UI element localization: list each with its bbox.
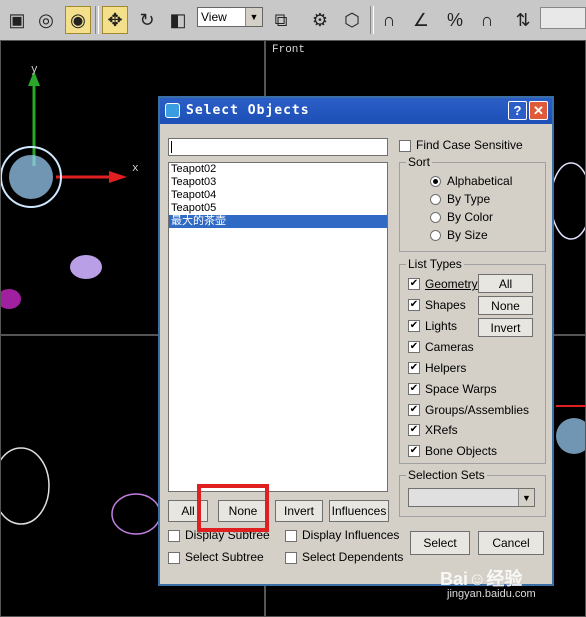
geometry-checkbox[interactable]: ✔ (408, 278, 420, 290)
named-selection-field[interactable] (540, 7, 586, 29)
find-case-sensitive-label: Find Case Sensitive (416, 138, 523, 152)
list-types-invert-button[interactable]: Invert (478, 318, 533, 337)
select-dependents-checkbox[interactable] (285, 552, 297, 564)
list-item[interactable]: Teapot05 (169, 202, 387, 215)
sort-by-color-label: By Color (447, 210, 494, 224)
space-warps-checkbox[interactable]: ✔ (408, 383, 420, 395)
watermark-url: jingyan.baidu.com (447, 588, 536, 600)
xrefs-checkbox[interactable]: ✔ (408, 424, 420, 436)
list-types-all-button[interactable]: All (478, 274, 533, 293)
display-subtree-checkbox[interactable] (168, 530, 180, 542)
lights-label: Lights (425, 319, 458, 333)
sort-group-title: Sort (406, 155, 433, 169)
view-select-value: View (201, 10, 227, 24)
select-dependents-label: Select Dependents (302, 550, 404, 564)
space-warps-label: Space Warps (425, 382, 497, 396)
spinner-snap-icon[interactable]: ∩ (474, 6, 500, 34)
reference-coordinate-select[interactable]: View ▼ (197, 7, 263, 27)
sort-alphabetical-radio[interactable] (430, 176, 441, 187)
shapes-checkbox[interactable]: ✔ (408, 299, 420, 311)
snap-icon[interactable]: ∩ (376, 6, 402, 34)
helpers-label: Helpers (425, 361, 467, 375)
text-cursor (171, 141, 172, 153)
abc-icon[interactable]: ⇅ (510, 6, 536, 34)
dialog-title-bar[interactable]: Select Objects ? ✕ (160, 98, 552, 124)
close-button[interactable]: ✕ (529, 101, 548, 120)
list-item-selected[interactable]: 最大的茶壶 (169, 215, 387, 228)
select-influences-button[interactable]: Influences (329, 500, 389, 522)
groups-assemblies-checkbox[interactable]: ✔ (408, 404, 420, 416)
sort-by-color-radio[interactable] (430, 212, 441, 223)
lights-checkbox[interactable]: ✔ (408, 320, 420, 332)
sort-by-size-radio[interactable] (430, 230, 441, 241)
viewport-front-label: Front (272, 44, 306, 56)
helpers-checkbox[interactable]: ✔ (408, 362, 420, 374)
axis-y-label: y (31, 64, 38, 76)
move-icon[interactable]: ✥ (102, 6, 128, 34)
chevron-down-icon[interactable]: ▼ (245, 8, 262, 26)
mirror-icon[interactable]: ⧉ (268, 6, 294, 34)
angle-snap-icon[interactable]: ∠ (408, 6, 434, 34)
list-types-none-button[interactable]: None (478, 296, 533, 315)
bone-objects-label: Bone Objects (425, 444, 498, 458)
search-input[interactable] (168, 138, 388, 156)
shapes-label: Shapes (425, 298, 466, 312)
annotation-highlight-box (197, 484, 269, 532)
rotate-icon[interactable]: ↻ (134, 6, 160, 34)
object-list[interactable]: Teapot02 Teapot03 Teapot04 Teapot05 最大的茶… (168, 162, 388, 492)
select-invert-button[interactable]: Invert (275, 500, 323, 522)
list-item[interactable]: Teapot02 (169, 163, 387, 176)
percent-snap-icon[interactable]: % (442, 6, 468, 34)
axis-x-label: x (132, 163, 139, 175)
bone-objects-checkbox[interactable]: ✔ (408, 445, 420, 457)
cancel-button[interactable]: Cancel (478, 531, 544, 555)
select-object-icon[interactable]: ◉ (65, 6, 91, 34)
cameras-checkbox[interactable]: ✔ (408, 341, 420, 353)
select-subtree-checkbox[interactable] (168, 552, 180, 564)
sort-by-size-label: By Size (447, 228, 488, 242)
find-case-sensitive-checkbox[interactable] (399, 140, 411, 152)
dialog-title: Select Objects (186, 103, 310, 118)
sort-by-type-label: By Type (447, 192, 491, 206)
list-item[interactable]: Teapot04 (169, 189, 387, 202)
select-button[interactable]: Select (410, 531, 470, 555)
cameras-label: Cameras (425, 340, 474, 354)
chevron-down-icon[interactable]: ▼ (518, 489, 534, 506)
scale-icon[interactable]: ◧ (165, 6, 191, 34)
render-setup-icon[interactable]: ⬡ (339, 6, 365, 34)
app-icon (165, 103, 180, 118)
select-subtree-label: Select Subtree (185, 550, 264, 564)
main-toolbar: ▣ ◎ ◉ ✥ ↻ ◧ View ▼ ⧉ ⚙ ⬡ ∩ ∠ % ∩ ⇅ (0, 0, 586, 41)
link-icon[interactable]: ⚙ (307, 6, 333, 34)
list-types-group: List Types (399, 257, 546, 464)
help-button[interactable]: ? (508, 101, 527, 120)
groups-assemblies-label: Groups/Assemblies (425, 403, 530, 417)
selection-sets-title: Selection Sets (406, 468, 487, 482)
list-item[interactable]: Teapot03 (169, 176, 387, 189)
display-influences-checkbox[interactable] (285, 530, 297, 542)
list-types-group-title: List Types (406, 257, 464, 271)
select-region-icon[interactable]: ▣ (4, 6, 30, 34)
selection-sets-select[interactable]: ▼ (408, 488, 535, 507)
xrefs-label: XRefs (425, 423, 458, 437)
geometry-label: Geometry (425, 277, 478, 291)
lasso-icon[interactable]: ◎ (33, 6, 59, 34)
display-influences-label: Display Influences (302, 528, 400, 542)
sort-alphabetical-label: Alphabetical (447, 174, 513, 188)
sort-by-type-radio[interactable] (430, 194, 441, 205)
